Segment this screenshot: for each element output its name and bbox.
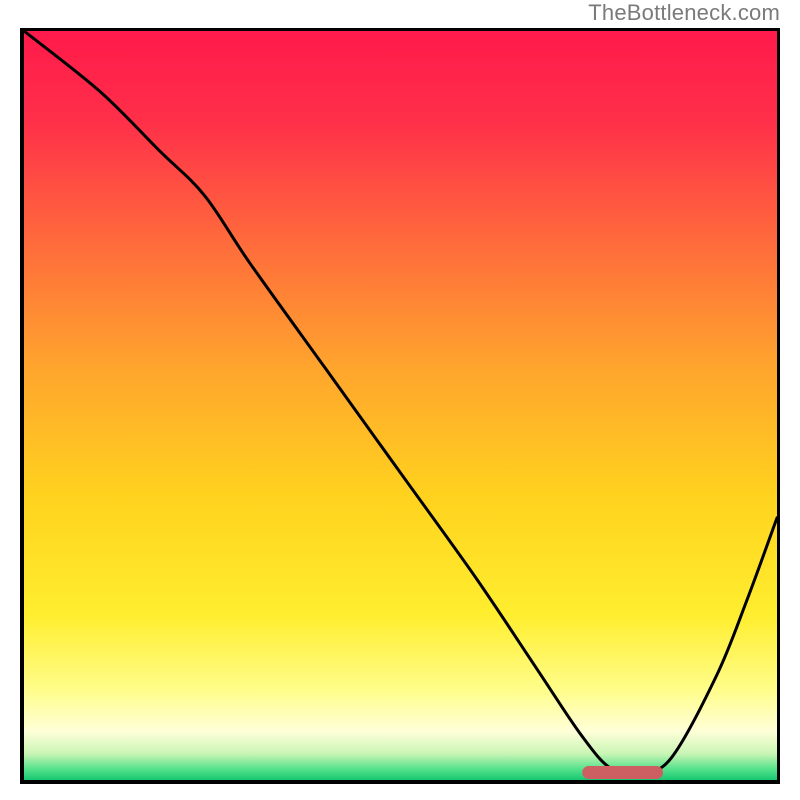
chart-svg <box>24 31 777 780</box>
watermark-text: TheBottleneck.com <box>588 0 780 26</box>
chart-background <box>24 31 777 780</box>
chart-frame <box>20 28 780 784</box>
